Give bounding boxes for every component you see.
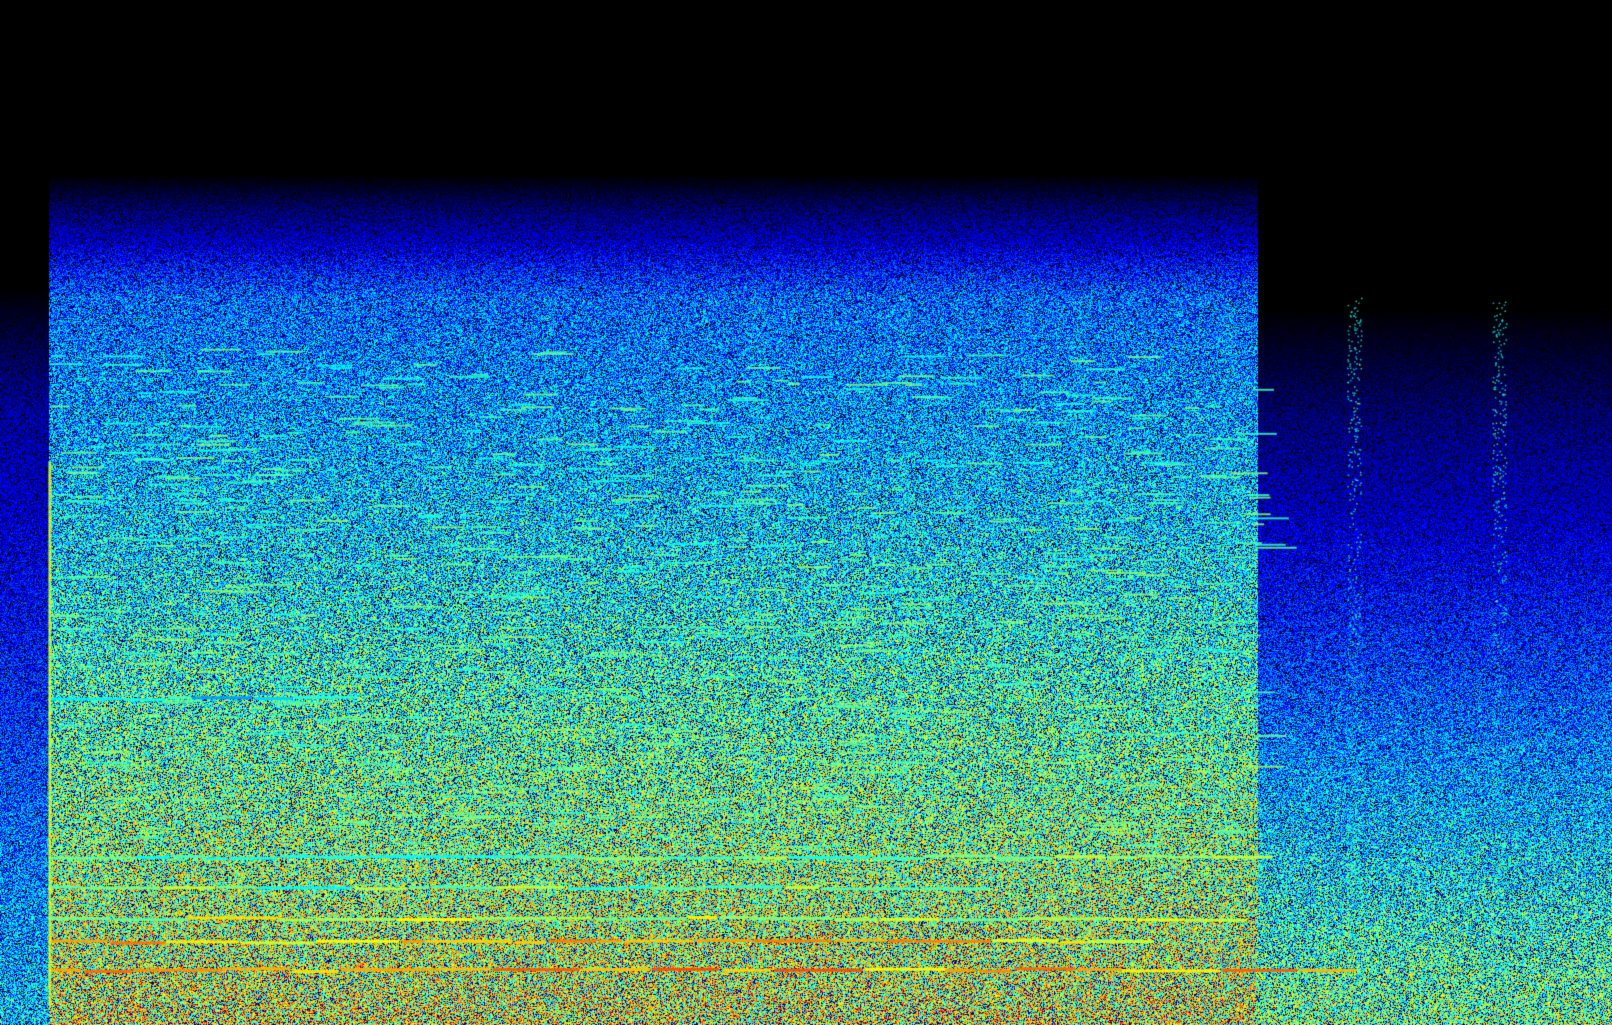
spectrogram-chart bbox=[0, 0, 1612, 1025]
spectrogram-heatmap bbox=[0, 0, 1612, 1025]
